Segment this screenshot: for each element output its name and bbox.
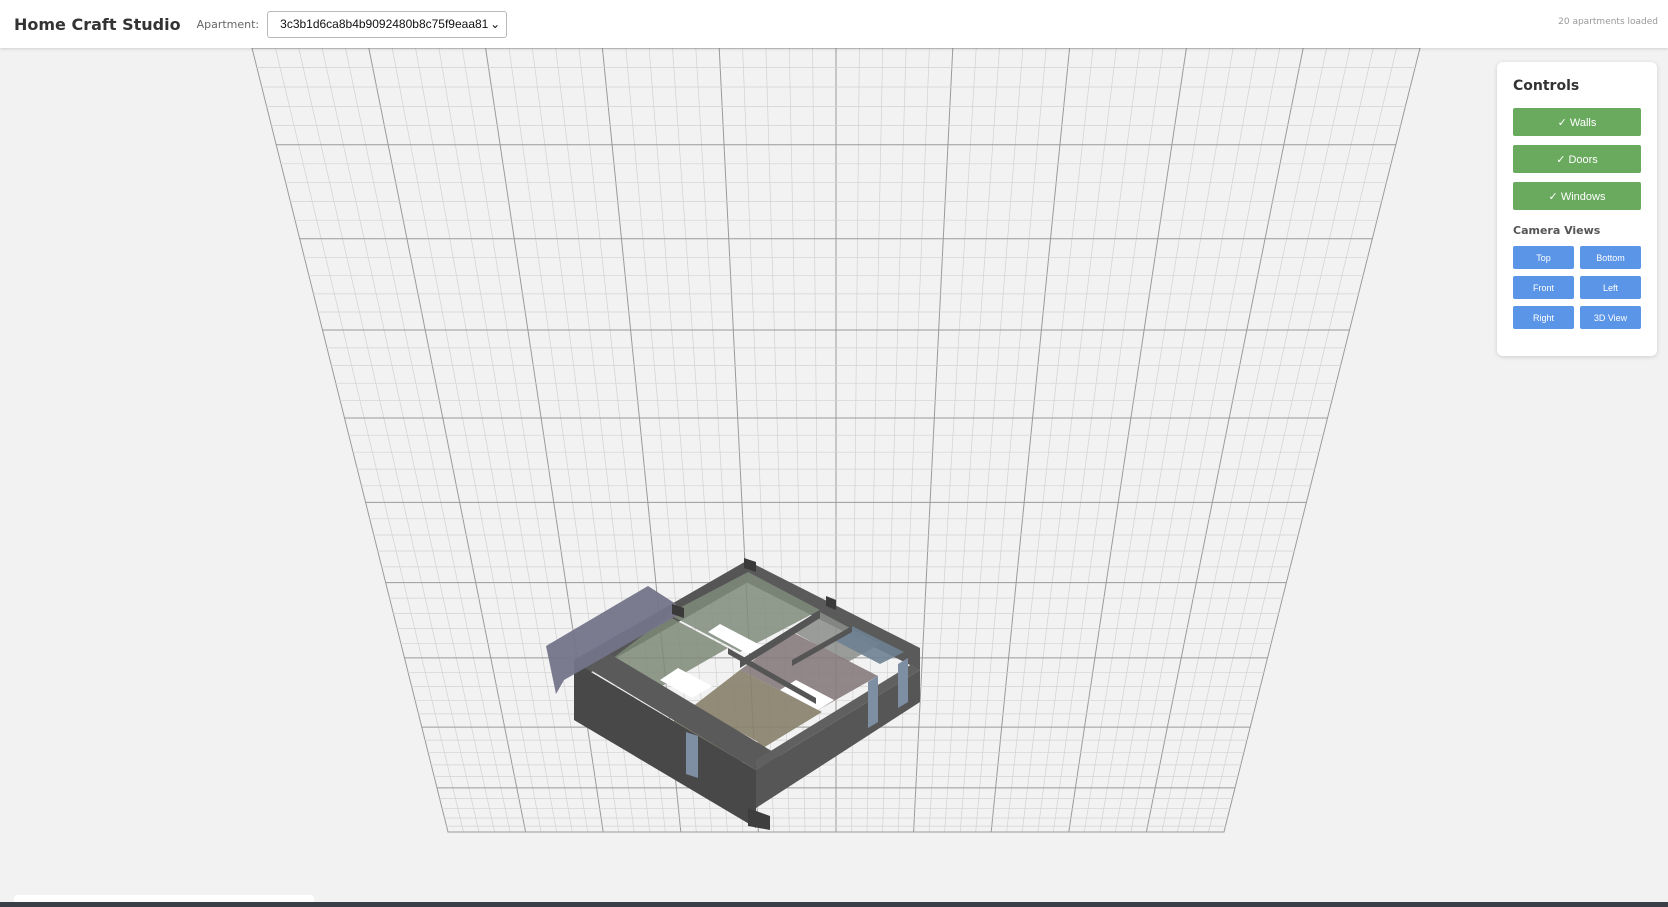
apartment-model[interactable]	[546, 558, 920, 830]
grid-line-minor	[1083, 47, 1211, 833]
controls-panel: Controls ✓ Walls ✓ Doors ✓ Windows Camer…	[1497, 62, 1657, 356]
bottom-bar	[0, 902, 1668, 907]
grid-line-minor	[1021, 47, 1117, 833]
camera-left-button[interactable]: Left	[1580, 276, 1641, 299]
grid-line-minor	[1099, 47, 1234, 833]
toggle-walls-button[interactable]: ✓ Walls	[1513, 108, 1641, 136]
grid-line-minor	[1006, 47, 1094, 833]
apartment-select-value: 3c3b1d6ca8b4b9092480b8c75f9eaa81	[280, 17, 489, 31]
grid-line-minor	[391, 47, 542, 833]
camera-views-title: Camera Views	[1513, 224, 1601, 237]
chevron-down-icon: ⌄	[490, 17, 501, 31]
camera-top-button[interactable]: Top	[1513, 246, 1574, 269]
grid-line-major	[1145, 47, 1304, 833]
top-bar: Home Craft Studio Apartment: 3c3b1d6ca8b…	[0, 0, 1668, 48]
grid-line-minor	[1037, 47, 1141, 833]
apartments-loaded-status: 20 apartments loaded	[1558, 17, 1658, 27]
grid-line-minor	[1192, 47, 1374, 833]
wall-corner	[748, 808, 770, 830]
grid-line-minor	[345, 47, 511, 833]
grid-line-minor	[1052, 47, 1164, 833]
toggle-windows-button[interactable]: ✓ Windows	[1513, 182, 1641, 210]
grid-line-minor	[1208, 47, 1397, 833]
grid-line-minor	[438, 47, 573, 833]
grid-line-minor	[415, 47, 557, 833]
camera-front-button[interactable]: Front	[1513, 276, 1574, 299]
apartment-label: Apartment:	[196, 17, 260, 31]
grid-line-minor	[1177, 47, 1351, 833]
camera-bottom-button[interactable]: Bottom	[1580, 246, 1641, 269]
apartment-select[interactable]: 3c3b1d6ca8b4b9092480b8c75f9eaa81 ⌄	[267, 10, 508, 38]
grid-line-minor	[461, 47, 589, 833]
camera-3d-view-button[interactable]: 3D View	[1580, 306, 1641, 329]
grid-line-major	[1068, 47, 1187, 833]
controls-title: Controls	[1513, 78, 1580, 94]
viewport-3d-canvas[interactable]	[0, 0, 1668, 907]
camera-views-grid: Top Bottom Front Left Right 3D View	[1513, 246, 1641, 329]
grid-line-minor	[298, 47, 480, 833]
grid-line-minor	[321, 47, 495, 833]
grid-line-major	[990, 47, 1071, 833]
window-pane	[686, 732, 698, 778]
grid-line-minor	[275, 47, 464, 833]
grid-line-minor	[975, 47, 1047, 833]
window-pane	[898, 658, 908, 708]
grid-line-minor	[1130, 47, 1281, 833]
grid-line-major	[251, 47, 449, 833]
toggle-doors-button[interactable]: ✓ Doors	[1513, 145, 1641, 173]
grid-line-minor	[1161, 47, 1327, 833]
grid-line-minor	[1115, 47, 1257, 833]
grid-line-major	[368, 47, 527, 833]
camera-right-button[interactable]: Right	[1513, 306, 1574, 329]
bottom-tab	[14, 895, 314, 902]
grid-line-major	[913, 47, 954, 833]
grid-line-major	[1223, 47, 1421, 833]
window-pane	[868, 676, 878, 728]
app-title: Home Craft Studio	[14, 14, 181, 34]
